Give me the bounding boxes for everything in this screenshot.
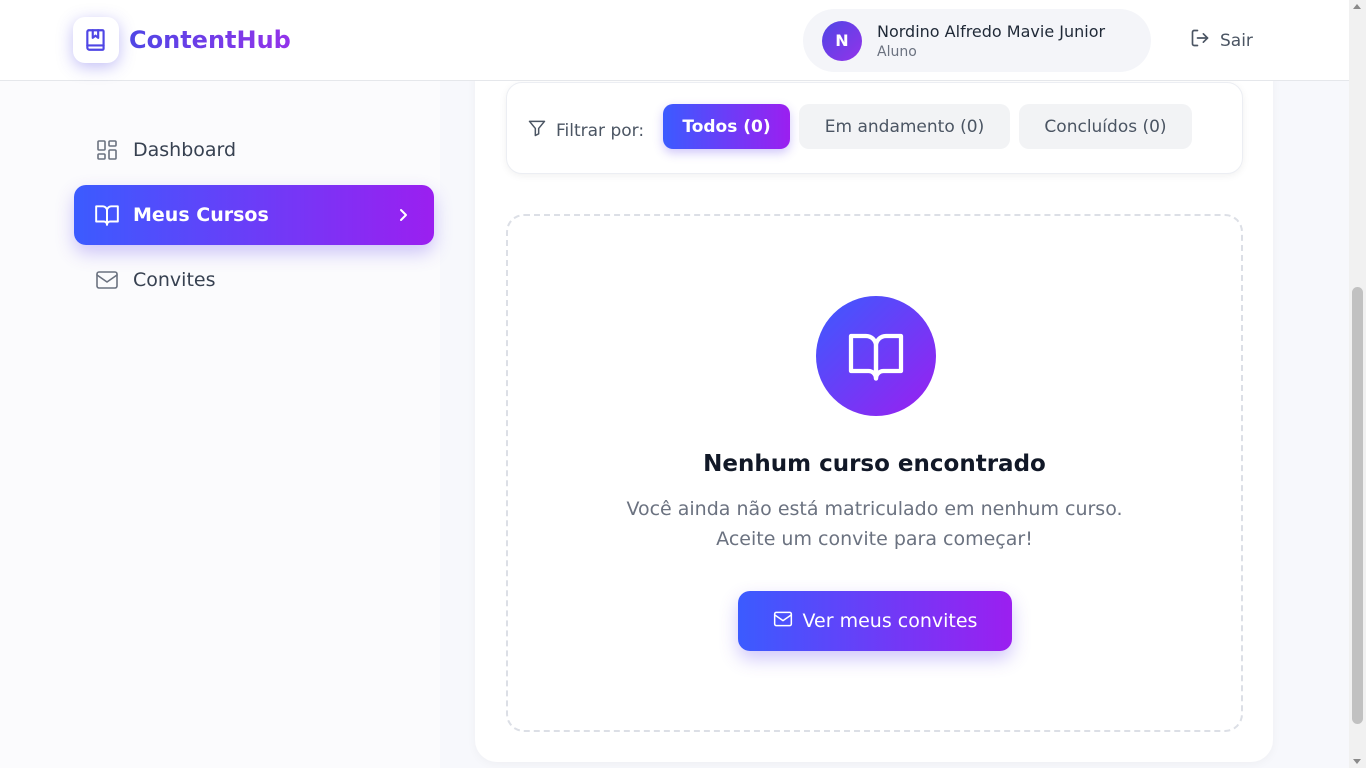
chevron-right-icon <box>396 205 410 230</box>
view-invites-button[interactable]: Ver meus convites <box>738 591 1012 651</box>
book-open-icon <box>816 296 936 416</box>
bookmark-book-icon <box>73 17 119 63</box>
book-open-icon <box>94 202 120 228</box>
filter-bar: Filtrar por: Todos (0) Em andamento (0) … <box>506 82 1243 174</box>
top-header: ContentHub N Nordino Alfredo Mavie Junio… <box>0 0 1349 81</box>
scroll-up-arrow-icon[interactable] <box>1353 4 1361 9</box>
user-name: Nordino Alfredo Mavie Junior <box>877 21 1106 41</box>
logout-icon <box>1190 28 1210 53</box>
user-role: Aluno <box>877 43 917 60</box>
sidebar-item-label: Convites <box>133 269 216 291</box>
mail-icon <box>94 267 120 293</box>
filter-concluidos[interactable]: Concluídos (0) <box>1019 104 1192 149</box>
empty-state: Nenhum curso encontrado Você ainda não e… <box>506 214 1243 732</box>
sidebar-item-label: Dashboard <box>133 139 237 161</box>
empty-state-description: Você ainda não está matriculado em nenhu… <box>626 498 1123 550</box>
sidebar-item-convites[interactable]: Convites <box>74 250 434 310</box>
empty-state-title: Nenhum curso encontrado <box>703 451 1046 477</box>
sidebar: Dashboard Meus Cursos Convites <box>0 81 440 768</box>
grid-icon <box>94 137 120 163</box>
filter-label: Filtrar por: <box>527 118 644 143</box>
sidebar-item-label: Meus Cursos <box>133 204 269 226</box>
scrollbar[interactable] <box>1349 0 1366 768</box>
brand[interactable]: ContentHub <box>73 17 291 63</box>
filter-todos[interactable]: Todos (0) <box>663 104 790 149</box>
sidebar-item-meus-cursos[interactable]: Meus Cursos <box>74 185 434 245</box>
filter-em-andamento[interactable]: Em andamento (0) <box>799 104 1010 149</box>
brand-name: ContentHub <box>129 26 291 54</box>
scrollbar-thumb[interactable] <box>1352 287 1363 724</box>
sidebar-item-dashboard[interactable]: Dashboard <box>74 120 434 180</box>
scroll-down-arrow-icon[interactable] <box>1353 759 1361 764</box>
user-profile[interactable]: N Nordino Alfredo Mavie Junior Aluno <box>803 9 1151 72</box>
mail-icon <box>773 609 793 634</box>
avatar: N <box>822 20 862 61</box>
logout-label: Sair <box>1220 30 1253 51</box>
filter-icon <box>527 118 547 143</box>
logout-button[interactable]: Sair <box>1190 28 1253 53</box>
